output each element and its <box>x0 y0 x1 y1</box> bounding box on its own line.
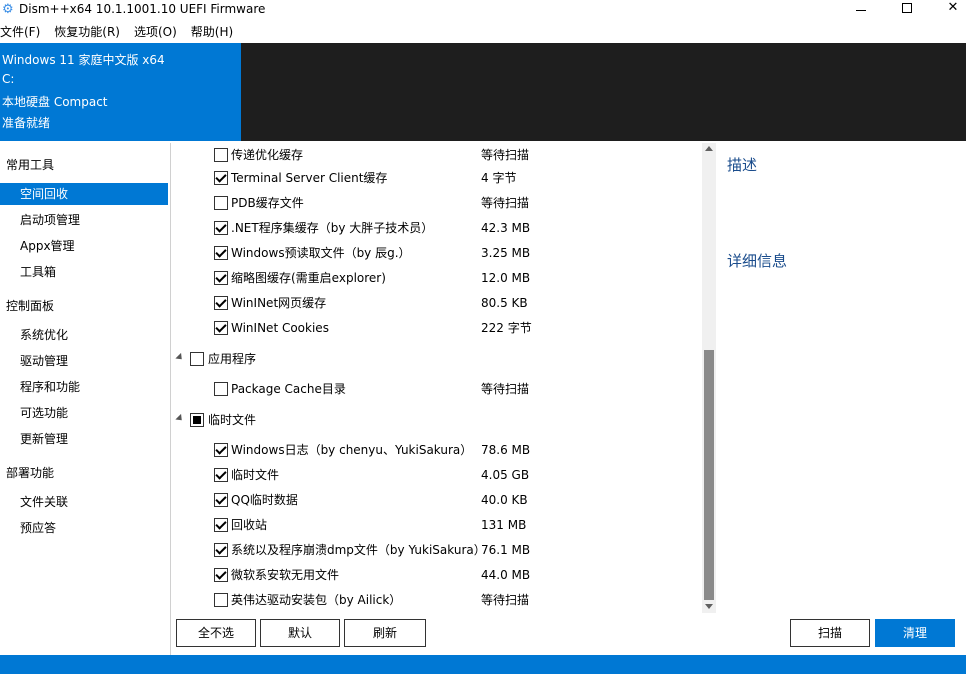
checkbox[interactable] <box>190 413 204 427</box>
maximize-button[interactable] <box>884 0 930 20</box>
menu-file[interactable]: 文件(F) <box>0 22 48 42</box>
window-title: Dism++x64 10.1.1001.10 UEFI Firmware <box>19 2 266 16</box>
collapse-arrow-icon[interactable] <box>175 352 185 363</box>
sidebar-item-space-reclaim[interactable]: 空间回收 <box>0 183 168 205</box>
sidebar-item-updates[interactable]: 更新管理 <box>0 428 168 450</box>
default-button[interactable]: 默认 <box>260 619 340 647</box>
cleanup-item-list[interactable]: 传递优化缓存 等待扫描 Terminal Server Client缓存 4 字… <box>172 143 702 613</box>
list-item[interactable]: WinINet网页缓存 80.5 KB <box>172 295 702 317</box>
sidebar-item-answer-file[interactable]: 预应答 <box>0 517 168 539</box>
list-item[interactable]: WinINet Cookies 222 字节 <box>172 320 702 342</box>
disk-info: 本地硬盘 Compact <box>2 95 108 109</box>
checkbox[interactable] <box>214 171 228 185</box>
menu-restore[interactable]: 恢复功能(R) <box>54 22 128 42</box>
list-item[interactable]: PDB缓存文件 等待扫描 <box>172 195 702 217</box>
sidebar-group-common-tools: 常用工具 <box>6 158 55 172</box>
menu-help[interactable]: 帮助(H) <box>191 22 241 42</box>
status-text: 准备就绪 <box>2 116 51 130</box>
drive-letter: C: <box>2 72 15 86</box>
checkbox[interactable] <box>214 493 228 507</box>
list-group[interactable]: 临时文件 <box>172 412 702 434</box>
checkbox[interactable] <box>214 196 228 210</box>
list-item[interactable]: 回收站 131 MB <box>172 517 702 539</box>
checkbox[interactable] <box>214 468 228 482</box>
list-item[interactable]: 缩略图缓存(需重启explorer) 12.0 MB <box>172 270 702 292</box>
clean-button[interactable]: 清理 <box>875 619 955 647</box>
scroll-thumb[interactable] <box>704 350 714 600</box>
collapse-arrow-icon[interactable] <box>175 413 185 424</box>
checkbox[interactable] <box>214 593 228 607</box>
menu-options[interactable]: 选项(O) <box>134 22 185 42</box>
list-item[interactable]: Package Cache目录 等待扫描 <box>172 381 702 403</box>
scroll-up-icon[interactable] <box>705 146 713 151</box>
maximize-icon <box>902 3 912 13</box>
menu-bar: 文件(F) 恢复功能(R) 选项(O) 帮助(H) <box>0 22 247 42</box>
list-item[interactable]: 传递优化缓存 等待扫描 <box>172 145 702 167</box>
title-bar: ⚙ Dism++x64 10.1.1001.10 UEFI Firmware ✕ <box>0 0 966 20</box>
sidebar-item-programs[interactable]: 程序和功能 <box>0 376 168 398</box>
checkbox[interactable] <box>214 382 228 396</box>
sidebar-group-control-panel: 控制面板 <box>6 299 55 313</box>
list-group[interactable]: 应用程序 <box>172 351 702 373</box>
checkbox[interactable] <box>214 221 228 235</box>
checkbox[interactable] <box>214 246 228 260</box>
checkbox[interactable] <box>214 271 228 285</box>
sidebar-group-deploy: 部署功能 <box>6 466 55 480</box>
list-item[interactable]: 临时文件 4.05 GB <box>172 467 702 489</box>
list-item[interactable]: Terminal Server Client缓存 4 字节 <box>172 170 702 192</box>
scroll-down-icon[interactable] <box>705 604 713 609</box>
detail-panel: 描述 详细信息 <box>717 143 966 613</box>
list-item[interactable]: 英伟达驱动安装包（by Ailick） 等待扫描 <box>172 592 702 613</box>
app-gear-icon: ⚙ <box>2 2 14 17</box>
close-button[interactable]: ✕ <box>930 0 966 20</box>
checkbox[interactable] <box>214 443 228 457</box>
list-item[interactable]: 系统以及程序崩溃dmp文件（by YukiSakura） 76.1 MB <box>172 542 702 564</box>
description-heading: 描述 <box>727 156 758 174</box>
refresh-button[interactable]: 刷新 <box>344 619 426 647</box>
list-item[interactable]: QQ临时数据 40.0 KB <box>172 492 702 514</box>
minimize-icon <box>856 10 866 11</box>
sidebar-item-drivers[interactable]: 驱动管理 <box>0 350 168 372</box>
details-heading: 详细信息 <box>727 252 788 270</box>
list-item[interactable]: .NET程序集缓存（by 大胖子技术员） 42.3 MB <box>172 220 702 242</box>
sidebar-item-toolbox[interactable]: 工具箱 <box>0 261 168 283</box>
os-name: Windows 11 家庭中文版 x64 <box>2 53 165 67</box>
checkbox[interactable] <box>214 543 228 557</box>
checkbox[interactable] <box>214 568 228 582</box>
checkbox[interactable] <box>214 518 228 532</box>
list-item[interactable]: Windows日志（by chenyu、YukiSakura） 78.6 MB <box>172 442 702 464</box>
sidebar-item-startup[interactable]: 启动项管理 <box>0 209 168 231</box>
image-info-panel[interactable]: Windows 11 家庭中文版 x64 C: 本地硬盘 Compact 准备就… <box>0 43 241 141</box>
checkbox[interactable] <box>190 352 204 366</box>
checkbox[interactable] <box>214 148 228 162</box>
minimize-button[interactable] <box>838 0 884 20</box>
header-banner <box>241 43 966 141</box>
checkbox[interactable] <box>214 296 228 310</box>
status-bar <box>0 655 966 674</box>
checkbox[interactable] <box>214 321 228 335</box>
sidebar: 常用工具 空间回收 启动项管理 Appx管理 工具箱 控制面板 系统优化 驱动管… <box>0 143 171 655</box>
scan-button[interactable]: 扫描 <box>790 619 870 647</box>
sidebar-item-appx[interactable]: Appx管理 <box>0 235 168 257</box>
sidebar-item-system-optimize[interactable]: 系统优化 <box>0 324 168 346</box>
deselect-all-button[interactable]: 全不选 <box>176 619 256 647</box>
list-item[interactable]: Windows预读取文件（by 辰g.） 3.25 MB <box>172 245 702 267</box>
list-scrollbar[interactable] <box>702 143 716 613</box>
list-item[interactable]: 微软系安软无用文件 44.0 MB <box>172 567 702 589</box>
sidebar-item-optional-features[interactable]: 可选功能 <box>0 402 168 424</box>
sidebar-item-file-assoc[interactable]: 文件关联 <box>0 491 168 513</box>
close-icon: ✕ <box>947 0 959 15</box>
